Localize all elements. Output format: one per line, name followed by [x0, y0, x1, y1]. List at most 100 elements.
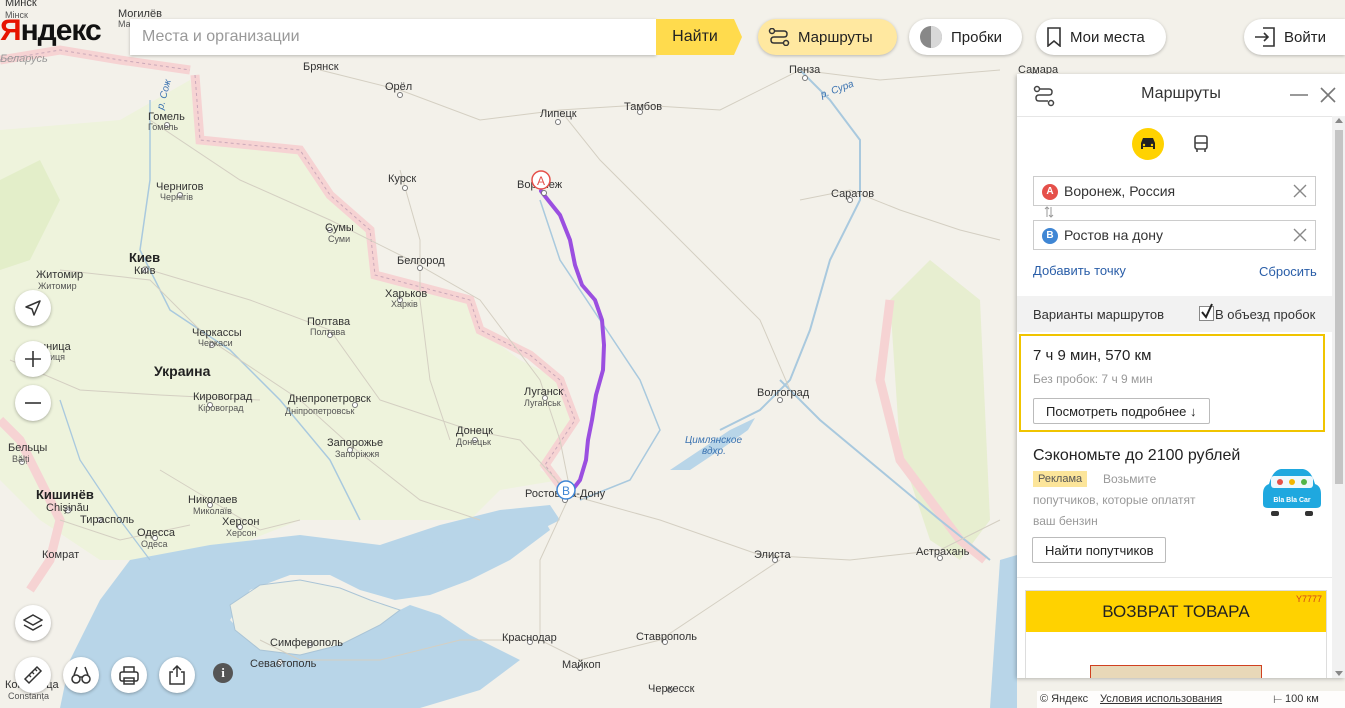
- login-label: Войти: [1284, 28, 1326, 46]
- map-label: Кіровоград: [198, 403, 244, 413]
- map-label: вдхр.: [702, 446, 726, 457]
- map-label: Запоріжжя: [335, 449, 379, 459]
- zoom-out-button[interactable]: [15, 385, 51, 421]
- ruler-button[interactable]: [15, 657, 51, 693]
- car-logo-icon: [1263, 469, 1321, 516]
- car-icon: [1141, 138, 1155, 149]
- to-value: Ростов на дону: [1064, 227, 1163, 243]
- map-label: Пенза: [789, 64, 821, 76]
- ruler-icon: [23, 665, 43, 685]
- map-label: Тирасполь: [80, 514, 134, 526]
- reset-link[interactable]: Сбросить: [1259, 264, 1317, 279]
- map-label: Харків: [391, 299, 418, 309]
- public-transport-button[interactable]: [1185, 128, 1217, 160]
- traffic-icon: [920, 26, 942, 48]
- map-label: Астрахань: [916, 546, 970, 558]
- clear-icon[interactable]: [1292, 227, 1308, 243]
- close-icon[interactable]: [1319, 86, 1337, 104]
- scrollbar-thumb[interactable]: [1335, 130, 1343, 484]
- map-label: Липецк: [540, 108, 577, 120]
- map-label: Комрат: [42, 549, 79, 561]
- map-label: Севастополь: [250, 658, 317, 670]
- avoid-traffic-checkbox[interactable]: [1199, 303, 1214, 321]
- map-label: Полтава: [310, 327, 345, 337]
- map-label: Украина: [154, 363, 211, 379]
- map-label: Киев: [129, 250, 160, 265]
- binoculars-icon: [71, 666, 91, 684]
- map-label: Майкоп: [562, 659, 601, 671]
- traffic-button[interactable]: Пробки: [909, 19, 1022, 55]
- promo-text-line2: попутчиков, которые оплатят: [1033, 493, 1196, 507]
- map-label: Тамбов: [624, 101, 662, 113]
- map-label: Миколаїв: [193, 506, 232, 516]
- info-icon[interactable]: i: [213, 663, 233, 683]
- swap-icon[interactable]: [1043, 206, 1055, 218]
- copyright: © Яндекс: [1040, 693, 1089, 705]
- car-mode-button[interactable]: [1132, 128, 1164, 160]
- variants-label: Варианты маршрутов: [1033, 307, 1165, 322]
- route-end-marker[interactable]: B: [556, 480, 576, 500]
- panorama-button[interactable]: [63, 657, 99, 693]
- print-button[interactable]: [111, 657, 147, 693]
- svg-text:B: B: [562, 484, 570, 498]
- minimize-icon[interactable]: [1290, 94, 1308, 96]
- map-label: Чернігів: [160, 192, 193, 202]
- map-label: Брянск: [303, 61, 339, 73]
- map-label: Bălți: [12, 454, 30, 464]
- clear-icon[interactable]: [1292, 183, 1308, 199]
- routes-label: Маршруты: [798, 28, 873, 46]
- ad-banner-code: Y7777: [1295, 594, 1322, 604]
- map-label: Бельцы: [8, 442, 47, 454]
- ad-product-image: [1090, 665, 1262, 678]
- route-option-card[interactable]: 7 ч 9 мин, 570 км Без пробок: 7 ч 9 мин …: [1019, 334, 1325, 432]
- routes-button[interactable]: Маршруты: [758, 19, 897, 55]
- logo-rest: ндекс: [20, 14, 102, 47]
- add-point-link[interactable]: Добавить точку: [1033, 263, 1126, 278]
- panel-header: Маршруты: [1017, 74, 1345, 117]
- from-value: Воронеж, Россия: [1064, 183, 1176, 199]
- route-variants-bar: Варианты маршрутов В объезд пробок: [1017, 296, 1332, 332]
- promo-title: Сэкономьте до 2100 рублей: [1033, 447, 1241, 464]
- scroll-down-icon[interactable]: [1335, 671, 1343, 676]
- point-b-badge: B: [1042, 228, 1058, 244]
- panel-scrollbar[interactable]: [1332, 116, 1345, 678]
- layers-button[interactable]: [15, 605, 51, 641]
- share-icon: [169, 664, 185, 685]
- map-label: Курск: [388, 173, 416, 185]
- ad-banner[interactable]: ВОЗВРАТ ТОВАРА Y7777: [1025, 590, 1327, 678]
- find-companions-button[interactable]: Найти попутчиков: [1032, 537, 1167, 563]
- terms-link[interactable]: Условия использования: [1100, 693, 1222, 705]
- map-label: Элиста: [754, 549, 792, 561]
- checkmark-icon: [1201, 303, 1213, 319]
- share-button[interactable]: [159, 657, 195, 693]
- find-button[interactable]: Найти: [656, 19, 742, 55]
- search-input[interactable]: [130, 19, 656, 55]
- location-arrow-icon: [25, 300, 41, 316]
- scroll-up-icon[interactable]: [1335, 118, 1343, 123]
- geolocation-button[interactable]: [15, 290, 51, 326]
- map-label: Саратов: [831, 188, 874, 200]
- minus-icon: [25, 402, 41, 404]
- blablacar-logo[interactable]: Bla Bla Car: [1261, 464, 1323, 516]
- route-start-marker[interactable]: A: [531, 170, 551, 190]
- map-footer: © Яндекс Условия использования ⊢ 100 км: [1037, 691, 1345, 708]
- map-label: Житомир: [36, 269, 83, 281]
- route-summary: 7 ч 9 мин, 570 км: [1033, 347, 1152, 364]
- point-a-badge: A: [1042, 184, 1058, 200]
- login-button[interactable]: Войти: [1244, 19, 1345, 55]
- zoom-in-button[interactable]: [15, 341, 51, 377]
- promo-text-line3: ваш бензин: [1033, 514, 1098, 528]
- from-field[interactable]: A Воронеж, Россия: [1033, 176, 1316, 206]
- scale-label: 100 км: [1285, 693, 1319, 705]
- map-label: Орёл: [385, 81, 412, 93]
- map-label: Днепропетровск: [288, 393, 371, 405]
- my-places-label: Мои места: [1070, 28, 1145, 46]
- search-bar: Найти: [130, 19, 742, 55]
- to-field[interactable]: B Ростов на дону: [1033, 220, 1316, 250]
- yandex-logo[interactable]: Яндекс: [0, 14, 102, 48]
- map-label: Луганск: [524, 386, 563, 398]
- avoid-traffic-label[interactable]: В объезд пробок: [1215, 307, 1315, 322]
- route-details-button[interactable]: Посмотреть подробнее ↓: [1033, 398, 1210, 424]
- map-label: Суми: [328, 234, 350, 244]
- my-places-button[interactable]: Мои места: [1036, 19, 1166, 55]
